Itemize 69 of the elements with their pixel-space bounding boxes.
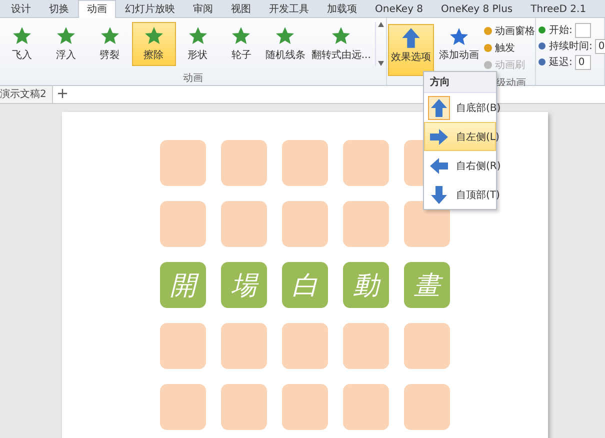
blank-tile: [343, 384, 389, 430]
animation-button[interactable]: 飞入: [0, 22, 44, 66]
ribbon-tab[interactable]: 切换: [40, 0, 78, 18]
glyph-tile: 開: [160, 262, 206, 308]
timing-field[interactable]: 0: [595, 38, 605, 54]
glyph-tile: 場: [221, 262, 267, 308]
animation-button[interactable]: 劈裂: [88, 22, 132, 66]
star-icon: [188, 26, 208, 46]
scroll-down-icon[interactable]: [378, 61, 384, 66]
timing-label: 持续时间:: [549, 40, 592, 53]
menu-heading: 方向: [424, 72, 496, 93]
blank-tile: [221, 384, 267, 430]
blank-tile: [282, 201, 328, 247]
ribbon-tab[interactable]: 幻灯片放映: [116, 0, 184, 18]
star-icon: [449, 27, 469, 47]
scroll-up-icon[interactable]: [378, 22, 384, 27]
blank-tile: [160, 201, 206, 247]
blank-tile: [282, 384, 328, 430]
blank-tile: [404, 384, 450, 430]
ribbon-tab[interactable]: ThreeD 2.1: [522, 0, 596, 18]
blank-tile: [404, 323, 450, 369]
star-icon: [331, 26, 352, 46]
ribbon-tab[interactable]: OneKey 8 Plus: [432, 0, 522, 18]
star-icon: [12, 26, 32, 46]
glyph-tile: 畫: [404, 262, 450, 308]
ribbon-item[interactable]: 动画窗格: [483, 24, 535, 38]
ribbon-tab[interactable]: 审阅: [184, 0, 222, 18]
animation-button[interactable]: 浮入: [44, 22, 88, 66]
timing-field[interactable]: [575, 22, 592, 38]
plus-icon: [58, 89, 67, 98]
star-icon: [100, 26, 120, 46]
star-icon: [144, 26, 164, 46]
ribbon-item[interactable]: 触发: [483, 41, 535, 55]
ribbon-tab[interactable]: 设计: [2, 0, 40, 18]
menu-item[interactable]: 自左侧(L): [424, 122, 496, 151]
timing-label: 开始:: [549, 24, 572, 37]
glyph-tile: 白: [282, 262, 328, 308]
blank-tile: [343, 323, 389, 369]
animation-button[interactable]: 轮子: [219, 22, 264, 66]
gallery-scrollbar[interactable]: [375, 22, 386, 66]
ribbon-tab[interactable]: 加载项: [318, 0, 366, 18]
blank-tile: [160, 323, 206, 369]
blank-tile: [221, 140, 267, 186]
ribbon-tab[interactable]: 开发工具: [260, 0, 318, 18]
animation-button[interactable]: 形状: [176, 22, 220, 66]
blank-tile: [160, 140, 206, 186]
ribbon-tab[interactable]: OneKey 8: [366, 0, 432, 18]
star-icon: [231, 26, 252, 46]
glyph-tile: 動: [343, 262, 389, 308]
document-tab[interactable]: 演示文稿2: [0, 86, 54, 103]
animation-button[interactable]: 擦除: [132, 22, 176, 66]
blank-tile: [160, 384, 206, 430]
star-icon: [275, 26, 296, 46]
blank-tile: [343, 201, 389, 247]
ribbon-tab[interactable]: 动画: [78, 0, 116, 18]
blank-tile: [343, 140, 389, 186]
blank-tile: [221, 323, 267, 369]
timing-label: 延迟:: [549, 56, 572, 69]
effect-options-button[interactable]: 效果选项: [388, 24, 434, 76]
blank-tile: [282, 140, 328, 186]
group-label: 动画: [182, 72, 204, 85]
ribbon-tab[interactable]: 视图: [222, 0, 260, 18]
blank-tile: [282, 323, 328, 369]
animation-button[interactable]: 翻转式由远...: [307, 22, 376, 66]
arrow-icon: [400, 27, 422, 49]
animation-button[interactable]: 随机线条: [263, 22, 308, 66]
star-icon: [56, 26, 76, 46]
blank-tile: [221, 201, 267, 247]
timing-field[interactable]: 0: [575, 54, 592, 70]
